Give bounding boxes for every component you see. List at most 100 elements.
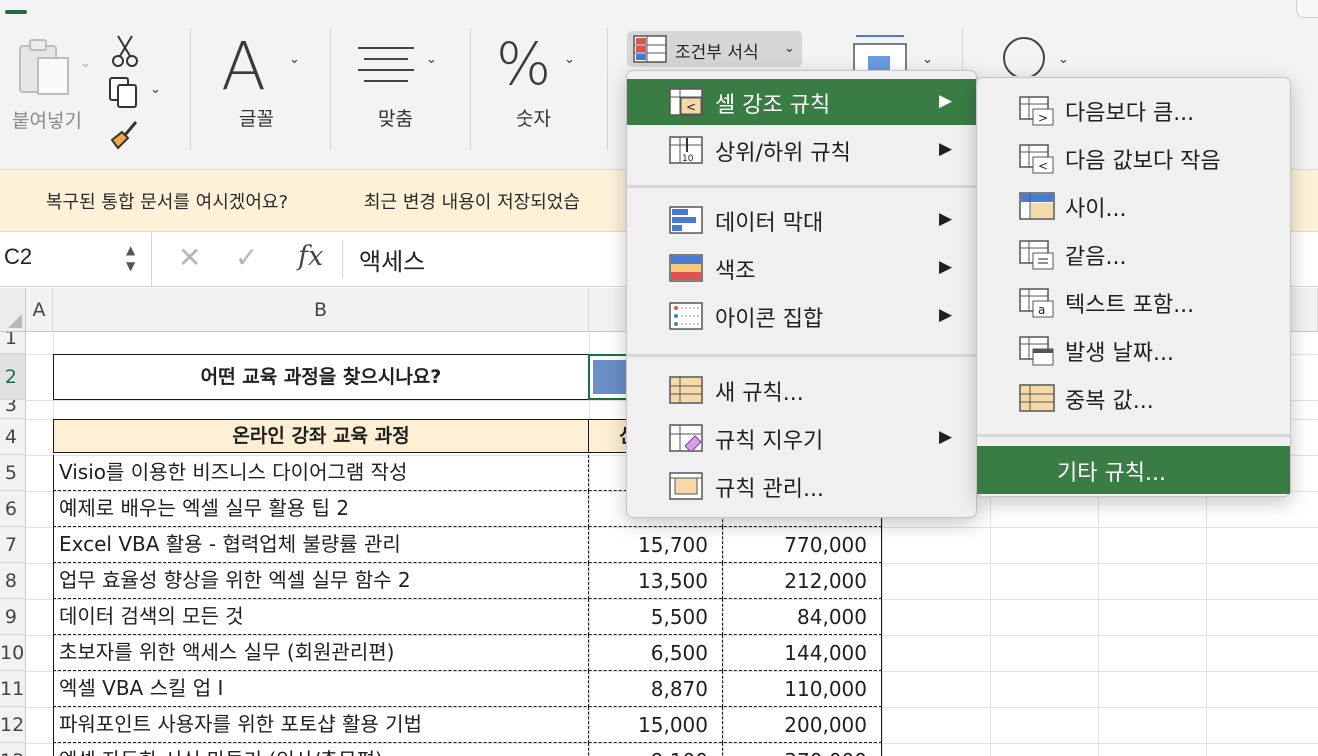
value-cell-c[interactable]: 9,100: [589, 743, 723, 756]
menu-item-manage-rules[interactable]: 규칙 관리...: [627, 463, 976, 509]
course-cell[interactable]: 초보자를 위한 액세스 실무 (회원관리편): [53, 635, 589, 671]
clear-rules-icon: [669, 424, 703, 452]
notification-question: 복구된 통합 문서를 여시겠어요?: [46, 192, 288, 213]
table-row: 데이터 검색의 모든 것 5,500 84,000: [53, 599, 882, 635]
highlight-cells-rules-submenu: > 다음보다 큼... < 다음 값보다 작음 사이... 같음... a 텍스…: [976, 77, 1291, 497]
course-cell[interactable]: 데이터 검색의 모든 것: [53, 599, 589, 635]
copy-icon: [109, 77, 137, 108]
table-title-cell[interactable]: 어떤 교육 과정을 찾으시나요?: [53, 354, 589, 400]
name-box[interactable]: C2 ▲ ▼: [0, 232, 152, 287]
row-header[interactable]: 12: [0, 707, 26, 743]
number-group-button[interactable]: % ⌄ 숫자: [494, 30, 594, 134]
menu-item-icon-sets[interactable]: 아이콘 집합 ▶: [627, 293, 976, 339]
cancel-icon[interactable]: ✕: [178, 241, 201, 274]
value-cell-c[interactable]: 8,870: [589, 671, 723, 707]
value-cell-c[interactable]: 15,000: [589, 707, 723, 743]
menu-item-equal-to[interactable]: 같음...: [977, 230, 1290, 278]
column-header-b[interactable]: B: [53, 288, 589, 332]
submenu-arrow-icon: ▶: [939, 139, 953, 159]
menu-item-greater-than[interactable]: > 다음보다 큼...: [977, 86, 1290, 134]
paste-button[interactable]: ⌄ 붙여넣기: [8, 36, 98, 146]
row-header[interactable]: 13: [0, 743, 26, 756]
menu-item-between[interactable]: 사이...: [977, 182, 1290, 230]
cut-button[interactable]: [110, 34, 142, 70]
course-cell[interactable]: 엑셀 자동화 서식 만들기 (인사/총무편): [53, 743, 589, 756]
equal-to-icon: [1019, 240, 1054, 270]
menu-item-label: 새 규칙...: [715, 381, 804, 406]
row-header[interactable]: 5: [0, 455, 26, 491]
format-painter-button[interactable]: [108, 118, 142, 152]
menu-separator: [627, 354, 976, 357]
find-select-button[interactable]: ⌄: [1000, 34, 1080, 79]
row-header[interactable]: 4: [0, 419, 26, 455]
value-cell-d[interactable]: 370,000: [723, 743, 882, 756]
table-header-course[interactable]: 온라인 강좌 교육 과정: [53, 419, 589, 453]
text-contains-icon: a: [1019, 288, 1054, 318]
conditional-formatting-button[interactable]: 조건부 서식 ⌄: [627, 31, 802, 67]
row-header[interactable]: 1: [0, 332, 26, 354]
menu-item-data-bars[interactable]: 데이터 막대 ▶: [627, 197, 976, 243]
enter-check-icon[interactable]: ✓: [235, 241, 258, 274]
formula-input[interactable]: 액세스: [359, 242, 425, 277]
value-cell-d[interactable]: 144,000: [723, 635, 882, 671]
name-box-stepper-icon[interactable]: ▲ ▼: [126, 242, 135, 274]
menu-item-label: 발생 날짜...: [1065, 341, 1174, 366]
course-cell[interactable]: Excel VBA 활용 - 협력업체 불량률 관리: [53, 527, 589, 563]
copy-button[interactable]: ⌄: [106, 76, 166, 112]
menu-item-duplicate-values[interactable]: 중복 값...: [977, 374, 1290, 422]
row-header[interactable]: 7: [0, 527, 26, 563]
name-box-value: C2: [4, 244, 33, 269]
menu-item-new-rule[interactable]: 새 규칙...: [627, 367, 976, 413]
insert-function-icon[interactable]: fx: [298, 241, 323, 272]
table-row: 엑셀 자동화 서식 만들기 (인사/총무편) 9,100 370,000: [53, 743, 882, 756]
menu-separator: [627, 185, 976, 188]
svg-text:<: <: [686, 100, 696, 114]
font-group-button[interactable]: A ⌄ 글꼴: [215, 28, 315, 134]
row-header[interactable]: 8: [0, 563, 26, 599]
menu-item-clear-rules[interactable]: 규칙 지우기 ▶: [627, 415, 976, 461]
value-cell-c[interactable]: 5,500: [589, 599, 723, 635]
menu-item-text-contains[interactable]: a 텍스트 포함...: [977, 278, 1290, 326]
course-cell[interactable]: 업무 효율성 향상을 위한 엑셀 실무 함수 2: [53, 563, 589, 599]
menu-item-less-than[interactable]: < 다음 값보다 작음: [977, 134, 1290, 182]
course-cell[interactable]: Visio를 이용한 비즈니스 다이어그램 작성: [53, 455, 589, 491]
ribbon-separator: [190, 28, 191, 150]
ribbon-separator: [470, 28, 471, 150]
table-row: 엑셀 VBA 스킬 업 I 8,870 110,000: [53, 671, 882, 707]
row-header[interactable]: 10: [0, 635, 26, 671]
menu-item-date-occurring[interactable]: 발생 날짜...: [977, 326, 1290, 374]
menu-item-color-scales[interactable]: 색조 ▶: [627, 245, 976, 291]
value-cell-d[interactable]: 770,000: [723, 527, 882, 563]
value-cell-d[interactable]: 110,000: [723, 671, 882, 707]
svg-text:10: 10: [682, 154, 694, 164]
menu-item-top-bottom-rules[interactable]: 10 상위/하위 규칙 ▶: [627, 127, 976, 173]
value-cell-c[interactable]: 15,700: [589, 527, 723, 563]
submenu-arrow-icon: ▶: [939, 257, 953, 277]
select-all-button[interactable]: [0, 288, 26, 332]
column-header-a[interactable]: A: [26, 288, 53, 332]
value-cell-d[interactable]: 84,000: [723, 599, 882, 635]
format-as-table-button[interactable]: ⌄: [850, 34, 940, 75]
table-row: 초보자를 위한 액세스 실무 (회원관리편) 6,500 144,000: [53, 635, 882, 671]
greater-than-icon: >: [1019, 96, 1054, 126]
value-cell-c[interactable]: 6,500: [589, 635, 723, 671]
row-header[interactable]: 9: [0, 599, 26, 635]
align-group-button[interactable]: ⌄ 맞춤: [352, 40, 452, 134]
new-rule-icon: [669, 376, 703, 404]
row-header[interactable]: 6: [0, 491, 26, 527]
row-header[interactable]: 2: [0, 354, 26, 400]
menu-item-highlight-cells-rules[interactable]: < 셀 강조 규칙 ▶: [627, 79, 976, 125]
course-cell[interactable]: 예제로 배우는 엑셀 실무 활용 팁 2: [53, 491, 589, 527]
value-cell-c[interactable]: 13,500: [589, 563, 723, 599]
paste-chevron-icon: ⌄: [80, 56, 91, 71]
menu-item-more-rules[interactable]: 기타 규칙...: [977, 446, 1290, 494]
number-label: 숫자: [516, 108, 551, 130]
value-cell-d[interactable]: 212,000: [723, 563, 882, 599]
course-cell[interactable]: 파워포인트 사용자를 위한 포토샵 활용 기법: [53, 707, 589, 743]
align-label: 맞춤: [378, 108, 413, 130]
value-cell-d[interactable]: 200,000: [723, 707, 882, 743]
course-cell[interactable]: 엑셀 VBA 스킬 업 I: [53, 671, 589, 707]
row-header[interactable]: 11: [0, 671, 26, 707]
row-header[interactable]: 3: [0, 400, 26, 419]
conditional-formatting-menu: < 셀 강조 규칙 ▶ 10 상위/하위 규칙 ▶ 데이터 막대 ▶ 색조 ▶ …: [626, 70, 977, 518]
